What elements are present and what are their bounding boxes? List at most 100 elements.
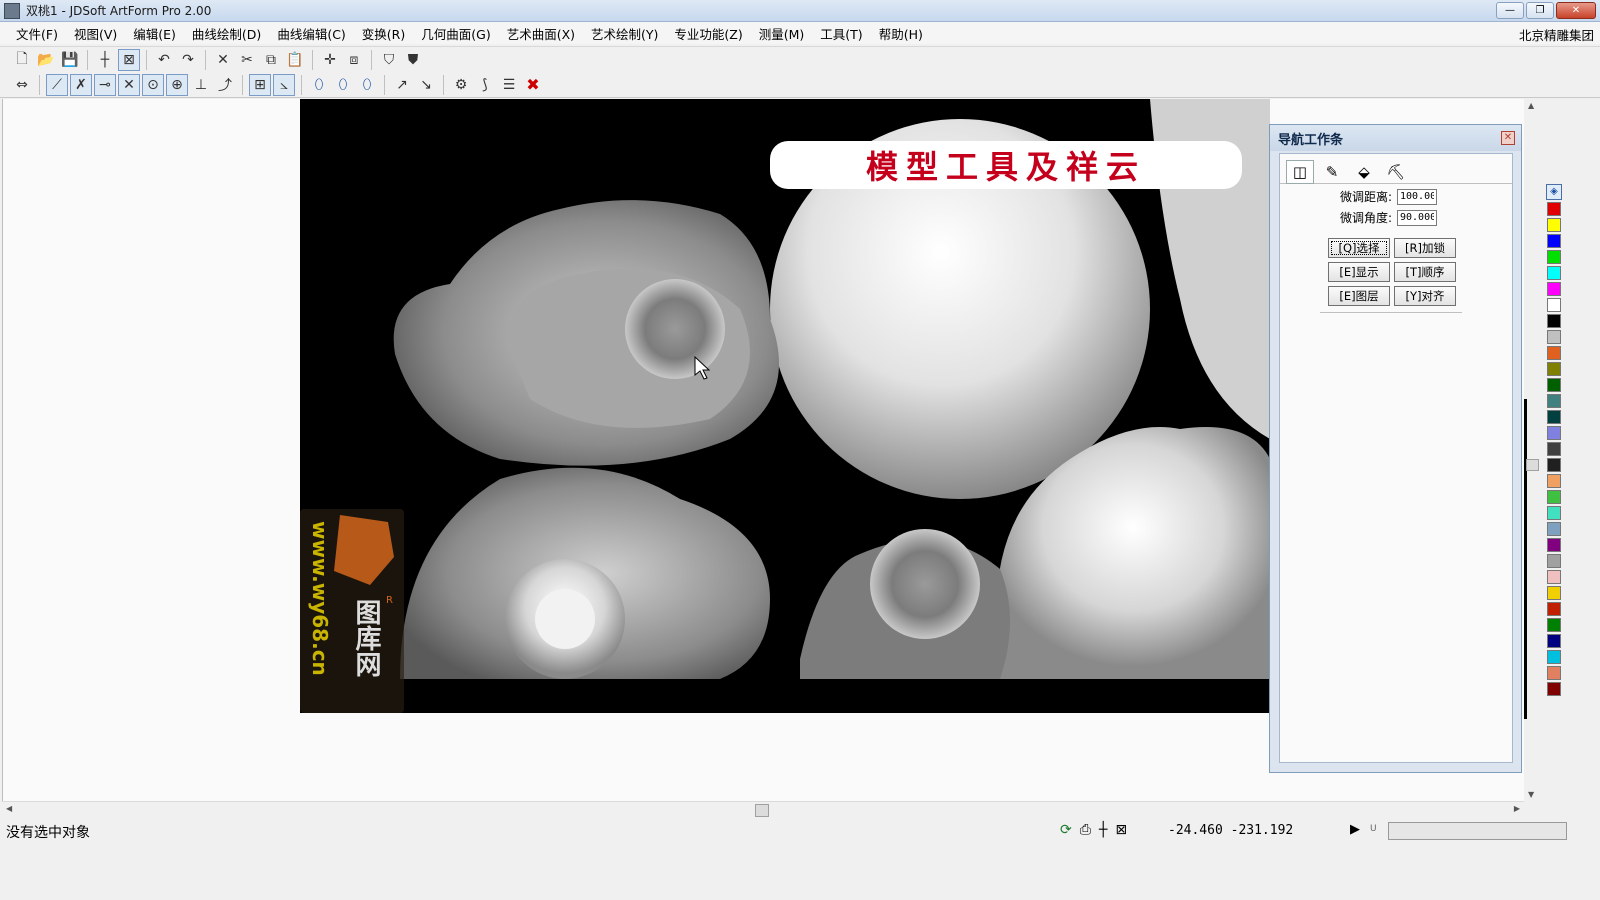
color-swatch[interactable] — [1547, 426, 1561, 440]
palette-settings-icon[interactable]: ◈ — [1546, 184, 1562, 200]
menu-geometric-surface[interactable]: 几何曲面(G) — [413, 24, 498, 43]
menu-transform[interactable]: 变换(R) — [354, 24, 413, 43]
nav-panel-close-icon[interactable]: ✕ — [1501, 131, 1515, 145]
close-button[interactable]: ✕ — [1556, 2, 1596, 19]
new-file-icon[interactable]: 🗋 — [11, 49, 33, 71]
menu-tools[interactable]: 工具(T) — [812, 24, 870, 43]
color-swatch[interactable] — [1547, 442, 1561, 456]
color-swatch[interactable] — [1547, 554, 1561, 568]
cut-icon[interactable]: ✂ — [236, 49, 258, 71]
render-canvas[interactable]: 模型工具及祥云 www.wy68.cn 图库网 R — [300, 99, 1270, 713]
refresh-icon[interactable]: ⟳ — [1060, 822, 1072, 838]
copy-icon[interactable]: ⧉ — [260, 49, 282, 71]
layer-2-icon[interactable]: ⬯ — [332, 74, 354, 96]
perpendicular-snap-icon[interactable]: ⊥ — [190, 74, 212, 96]
menu-help[interactable]: 帮助(H) — [871, 24, 931, 43]
horizontal-scroll-thumb[interactable] — [755, 804, 769, 817]
color-swatch[interactable] — [1547, 634, 1561, 648]
menu-measure[interactable]: 测量(M) — [751, 24, 813, 43]
vertical-scrollbar[interactable]: ▲ ▼ — [1524, 99, 1541, 801]
color-swatch[interactable] — [1547, 570, 1561, 584]
color-swatch[interactable] — [1547, 394, 1561, 408]
redo-icon[interactable]: ↷ — [177, 49, 199, 71]
color-swatch[interactable] — [1547, 250, 1561, 264]
layer-view-icon[interactable]: ⧈ — [343, 49, 365, 71]
color-swatch[interactable] — [1547, 618, 1561, 632]
order-button[interactable]: [T]顺序 — [1394, 262, 1456, 282]
render-icon[interactable]: ⛊ — [402, 49, 424, 71]
color-swatch[interactable] — [1547, 682, 1561, 696]
color-swatch[interactable] — [1547, 474, 1561, 488]
color-swatch[interactable] — [1547, 602, 1561, 616]
save-icon[interactable]: 💾 — [59, 49, 81, 71]
line-snap-icon[interactable]: ⟋ — [46, 73, 68, 96]
tangent-snap-icon[interactable]: ⤴ — [214, 74, 236, 96]
properties-icon[interactable]: ☰ — [498, 74, 520, 96]
minimize-button[interactable]: — — [1496, 2, 1524, 19]
fine-angle-input[interactable] — [1397, 209, 1437, 226]
endpoint-snap-icon[interactable]: ✗ — [70, 73, 92, 96]
menu-curve-draw[interactable]: 曲线绘制(D) — [184, 24, 269, 43]
play-icon[interactable]: ▶ — [1350, 822, 1360, 837]
vertical-scroll-thumb[interactable] — [1526, 459, 1539, 471]
midpoint-snap-icon[interactable]: ⊸ — [94, 73, 116, 96]
color-swatch[interactable] — [1547, 490, 1561, 504]
display-button[interactable]: [E]显示 — [1328, 262, 1390, 282]
shade-icon[interactable]: ⛉ — [378, 49, 400, 71]
scroll-down-icon[interactable]: ▼ — [1528, 790, 1534, 799]
grid-snap-icon[interactable]: ⊞ — [249, 73, 271, 96]
object-tab-icon[interactable]: ◫ — [1286, 160, 1314, 184]
menu-edit[interactable]: 编辑(E) — [125, 24, 184, 43]
nav-panel-header[interactable]: 导航工作条 — [1270, 125, 1521, 151]
paste-icon[interactable]: 📋 — [284, 49, 306, 71]
color-swatch[interactable] — [1547, 266, 1561, 280]
eraser-tab-icon[interactable]: ⬙ — [1350, 160, 1378, 184]
select-mode-icon[interactable]: ⇔ — [11, 74, 33, 96]
menu-curve-edit[interactable]: 曲线编辑(C) — [269, 24, 353, 43]
lock-button[interactable]: [R]加锁 — [1394, 238, 1456, 258]
color-swatch[interactable] — [1547, 202, 1561, 216]
color-swatch[interactable] — [1547, 458, 1561, 472]
snap-icon[interactable]: ✛ — [319, 49, 341, 71]
layer-button[interactable]: [E]图层 — [1328, 286, 1390, 306]
color-swatch[interactable] — [1547, 666, 1561, 680]
color-swatch[interactable] — [1547, 218, 1561, 232]
color-swatch[interactable] — [1547, 314, 1561, 328]
point-pick-icon[interactable]: ↗ — [391, 74, 413, 96]
point-remove-icon[interactable]: ↘ — [415, 74, 437, 96]
color-swatch[interactable] — [1547, 346, 1561, 360]
undo-icon[interactable]: ↶ — [153, 49, 175, 71]
quadrant-snap-icon[interactable]: ⊕ — [166, 73, 188, 96]
layer-1-icon[interactable]: ⬯ — [308, 74, 330, 96]
fine-distance-input[interactable] — [1397, 188, 1437, 205]
crosshair-status-icon[interactable]: ┼ — [1099, 822, 1107, 838]
layer-3-icon[interactable]: ⬯ — [356, 74, 378, 96]
align-button[interactable]: [Y]对齐 — [1394, 286, 1456, 306]
color-swatch[interactable] — [1547, 282, 1561, 296]
delete-icon[interactable]: ✕ — [212, 49, 234, 71]
view-box-icon[interactable]: ⊠ — [118, 48, 140, 71]
scroll-left-icon[interactable]: ◀ — [6, 804, 12, 813]
horizontal-scrollbar[interactable]: ◀ ▶ — [2, 801, 1524, 818]
polar-snap-icon[interactable]: ⦣ — [273, 73, 295, 96]
menu-art-draw[interactable]: 艺术绘制(Y) — [583, 24, 666, 43]
cancel-icon[interactable]: ✖ — [522, 74, 544, 96]
scroll-right-icon[interactable]: ▶ — [1514, 804, 1520, 813]
color-swatch[interactable] — [1547, 378, 1561, 392]
color-swatch[interactable] — [1547, 538, 1561, 552]
color-swatch[interactable] — [1547, 586, 1561, 600]
select-button[interactable]: [Q]选择 — [1328, 238, 1390, 258]
printer-icon[interactable]: ⎙ — [1080, 822, 1091, 838]
menu-view[interactable]: 视图(V) — [66, 24, 125, 43]
tool-tab-icon[interactable]: ⛏ — [1382, 160, 1410, 184]
color-swatch[interactable] — [1547, 410, 1561, 424]
color-swatch[interactable] — [1547, 298, 1561, 312]
restore-button[interactable]: ❐ — [1526, 2, 1554, 19]
node-edit-icon[interactable]: ⚙ — [450, 74, 472, 96]
menu-art-surface[interactable]: 艺术曲面(X) — [499, 24, 583, 43]
color-swatch[interactable] — [1547, 522, 1561, 536]
menu-file[interactable]: 文件(F) — [8, 24, 66, 43]
open-file-icon[interactable]: 📂 — [35, 49, 57, 71]
crosshair-icon[interactable]: ┼ — [94, 49, 116, 71]
color-swatch[interactable] — [1547, 362, 1561, 376]
